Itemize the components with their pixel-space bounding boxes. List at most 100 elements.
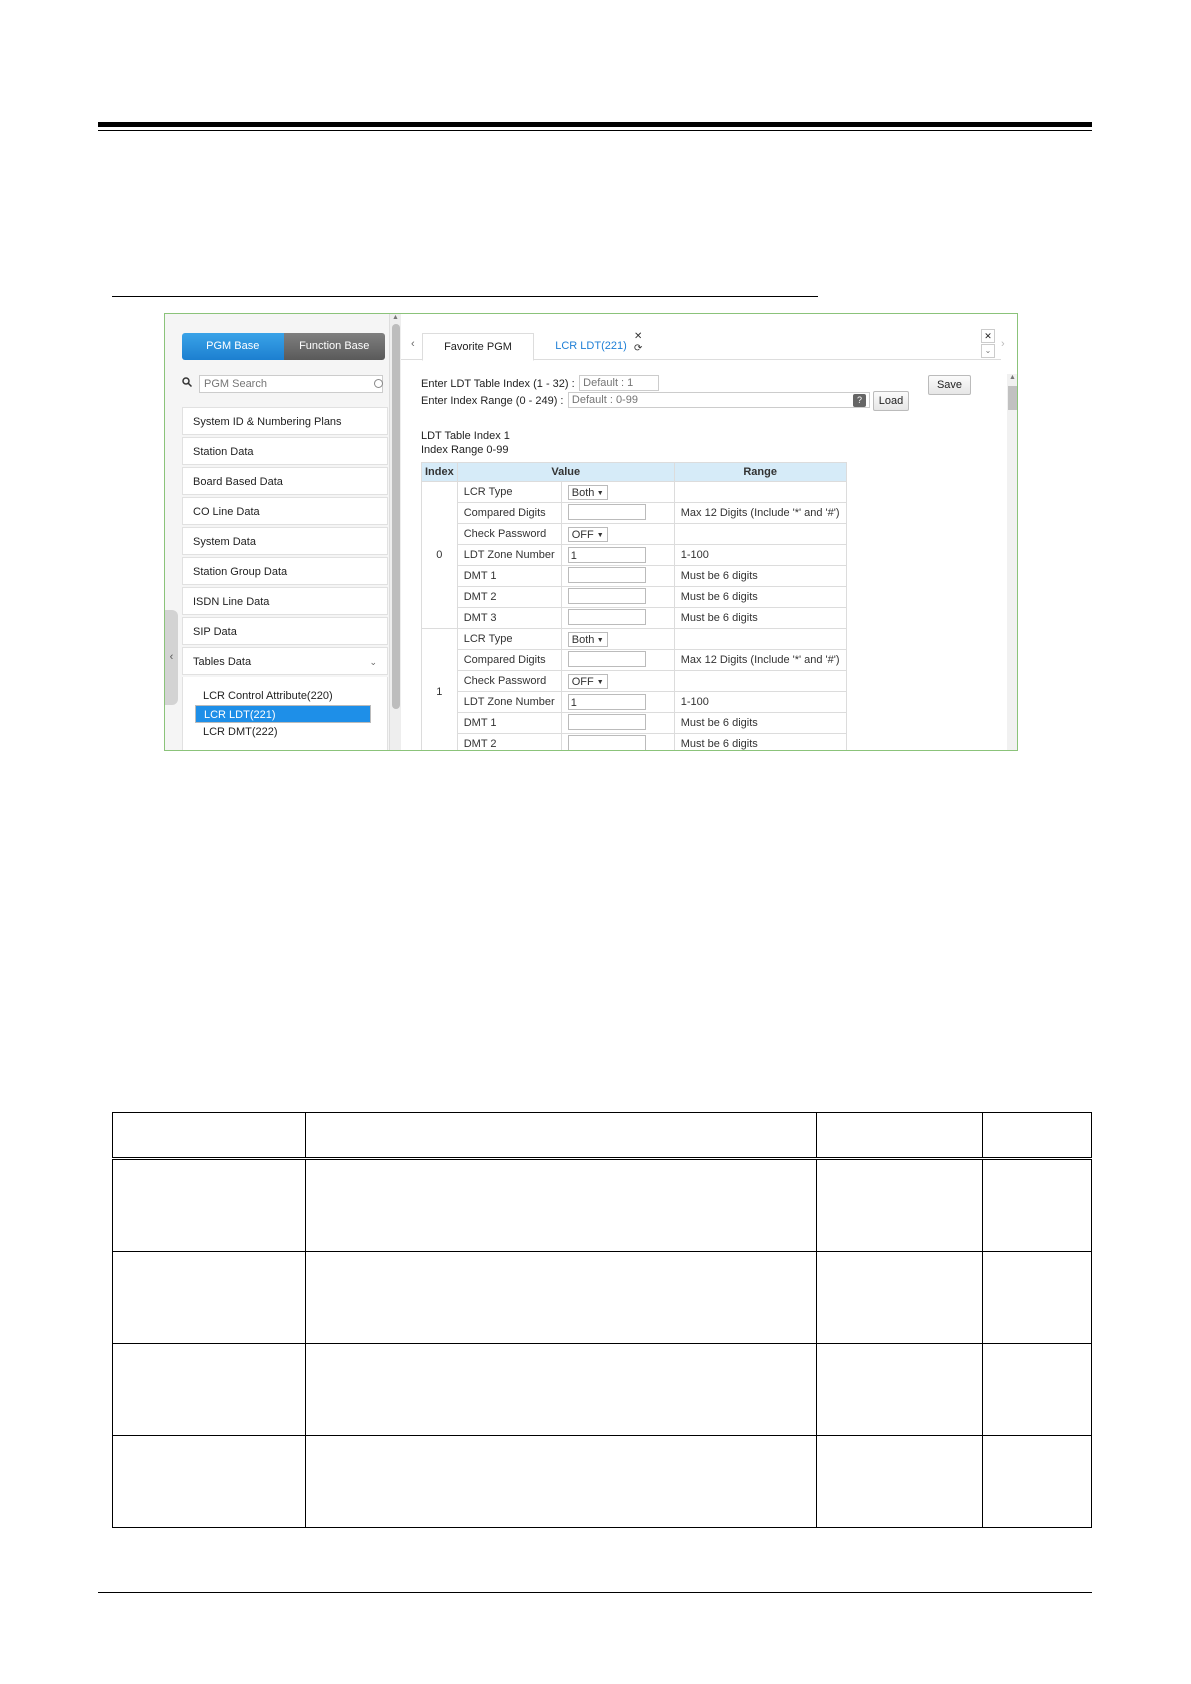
table-info: LDT Table Index 1 Index Range 0-99 [421, 429, 510, 457]
submenu-item-lcr-control-attribute[interactable]: LCR Control Attribute(220) [195, 687, 375, 705]
scrollbar-thumb[interactable] [392, 324, 400, 709]
col-range-header: Range [673, 462, 847, 482]
field-label: DMT 3 [456, 607, 562, 629]
field-value-cell [560, 649, 675, 671]
search-icon [182, 377, 192, 387]
sidebar-item-co-line-data[interactable]: CO Line Data [182, 497, 388, 525]
field-value-cell [560, 502, 675, 524]
value-input[interactable] [567, 566, 646, 583]
footer-rule [98, 1592, 1092, 1593]
value-select[interactable]: Both ▼ [567, 484, 608, 500]
submenu-item-lcr-dmt[interactable]: LCR DMT(222) [195, 723, 375, 741]
value-select[interactable]: OFF ▼ [567, 526, 608, 542]
main-scrollbar[interactable]: ▲ [1007, 374, 1017, 750]
select-value: Both [571, 633, 595, 646]
chevron-down-icon: ⌄ [369, 657, 377, 667]
value-input[interactable] [567, 587, 646, 604]
main-panel: ‹ Favorite PGM LCR LDT(221) ✕ ⟳ ✕ ⌄ › En… [401, 314, 1017, 750]
value-input[interactable] [567, 503, 646, 520]
table-row: Compared Digits Max 12 Digits (Include '*… [422, 649, 847, 671]
sidebar-item-label: CO Line Data [193, 506, 260, 518]
header-rule [98, 122, 1092, 127]
document-table-row [112, 1158, 1092, 1252]
sidebar-menu: System ID & Numbering Plans Station Data… [182, 407, 388, 750]
tab-favorite-pgm[interactable]: Favorite PGM [422, 333, 534, 361]
help-icon[interactable]: ? [853, 394, 866, 407]
field-value-cell: 1 [560, 691, 675, 713]
sidebar-item-label: System ID & Numbering Plans [193, 416, 342, 428]
field-label: Compared Digits [456, 502, 562, 524]
field-value-cell [560, 712, 675, 734]
scroll-up-icon[interactable]: ▲ [392, 314, 399, 321]
field-value-cell [560, 733, 675, 750]
col-value-header: Value [456, 462, 675, 482]
clear-search-icon[interactable] [374, 379, 383, 388]
sidebar-item-system-data[interactable]: System Data [182, 527, 388, 555]
sidebar-item-system-id[interactable]: System ID & Numbering Plans [182, 407, 388, 435]
tab-lcr-ldt[interactable]: LCR LDT(221) [536, 333, 646, 359]
index-range-input[interactable] [567, 391, 870, 408]
field-value-cell: 1 [560, 544, 675, 566]
value-input[interactable] [567, 608, 646, 625]
index-range-label: Enter Index Range (0 - 249) : [421, 395, 564, 407]
row-index: 1 [421, 628, 458, 750]
submenu-item-lcr-ldt[interactable]: LCR LDT(221) [195, 705, 371, 723]
document-table-row [112, 1343, 1092, 1436]
field-value-cell [560, 607, 675, 629]
table-row: Check Password OFF ▼ [422, 523, 847, 545]
value-input[interactable]: 1 [567, 547, 646, 563]
function-base-button[interactable]: Function Base [283, 333, 385, 360]
screenshot-frame: PGM Base Function Base System ID & Numbe… [164, 313, 1018, 751]
field-value-cell: Both ▼ [560, 628, 675, 650]
document-table-header [112, 1112, 1092, 1160]
ldt-table: Index Value Range 0 LCR Type Both ▼ Compared… [421, 462, 847, 750]
select-value: Both [571, 486, 595, 499]
chevron-down-icon[interactable]: ⌄ [981, 344, 995, 358]
field-label: Check Password [456, 670, 562, 692]
value-select[interactable]: Both ▼ [567, 631, 608, 647]
table-row: Compared Digits Max 12 Digits (Include '*… [422, 502, 847, 524]
collapse-sidebar-tab[interactable]: ‹ [165, 610, 178, 705]
sidebar-item-tables-data[interactable]: Tables Data ⌄ [182, 647, 388, 675]
table-row: Check Password OFF ▼ [422, 670, 847, 692]
header-cell [112, 1112, 306, 1160]
field-value-cell: OFF ▼ [560, 670, 675, 692]
field-value-cell [560, 586, 675, 608]
sidebar-item-sip-data[interactable]: SIP Data [182, 617, 388, 645]
tab-scroll-left-icon[interactable]: ‹ [411, 338, 415, 350]
value-select[interactable]: OFF ▼ [567, 673, 608, 689]
scroll-up-icon[interactable]: ▲ [1009, 374, 1016, 381]
sidebar-item-label: Board Based Data [193, 476, 283, 488]
sidebar-item-station-group-data[interactable]: Station Group Data [182, 557, 388, 585]
refresh-icon[interactable]: ⟳ [634, 343, 642, 354]
tables-data-submenu: LCR Control Attribute(220) LCR LDT(221) … [182, 677, 388, 750]
table-index-label: Enter LDT Table Index (1 - 32) : [421, 378, 575, 390]
sidebar-item-board-based-data[interactable]: Board Based Data [182, 467, 388, 495]
value-input[interactable] [567, 713, 646, 730]
sidebar-item-label: SIP Data [193, 626, 237, 638]
field-range: Must be 6 digits [673, 712, 847, 734]
table-index-input[interactable] [579, 374, 660, 391]
scrollbar-thumb[interactable] [1008, 386, 1017, 410]
table-row: LDT Zone Number 1 1-100 [422, 691, 847, 713]
sidebar-item-label: System Data [193, 536, 256, 548]
close-tab-icon[interactable]: ✕ [634, 331, 642, 342]
search-input[interactable] [199, 375, 383, 393]
field-value-cell [560, 565, 675, 587]
field-value-cell: Both ▼ [560, 481, 675, 503]
table-row: DMT 3 Must be 6 digits [422, 607, 847, 629]
value-input[interactable] [567, 734, 646, 750]
field-label: LCR Type [456, 481, 562, 503]
pgm-base-button[interactable]: PGM Base [182, 333, 284, 360]
sidebar-item-station-data[interactable]: Station Data [182, 437, 388, 465]
tab-scroll-right-icon[interactable]: › [1001, 338, 1005, 350]
close-icon[interactable]: ✕ [981, 329, 995, 343]
load-button[interactable]: Load [873, 391, 909, 411]
document-table-row [112, 1251, 1092, 1344]
sidebar-item-isdn-line-data[interactable]: ISDN Line Data [182, 587, 388, 615]
value-input[interactable] [567, 650, 646, 667]
save-button[interactable]: Save [928, 375, 971, 395]
dropdown-arrow-icon: ▼ [596, 636, 604, 644]
mode-switch: PGM Base Function Base [182, 333, 385, 360]
value-input[interactable]: 1 [567, 694, 646, 710]
